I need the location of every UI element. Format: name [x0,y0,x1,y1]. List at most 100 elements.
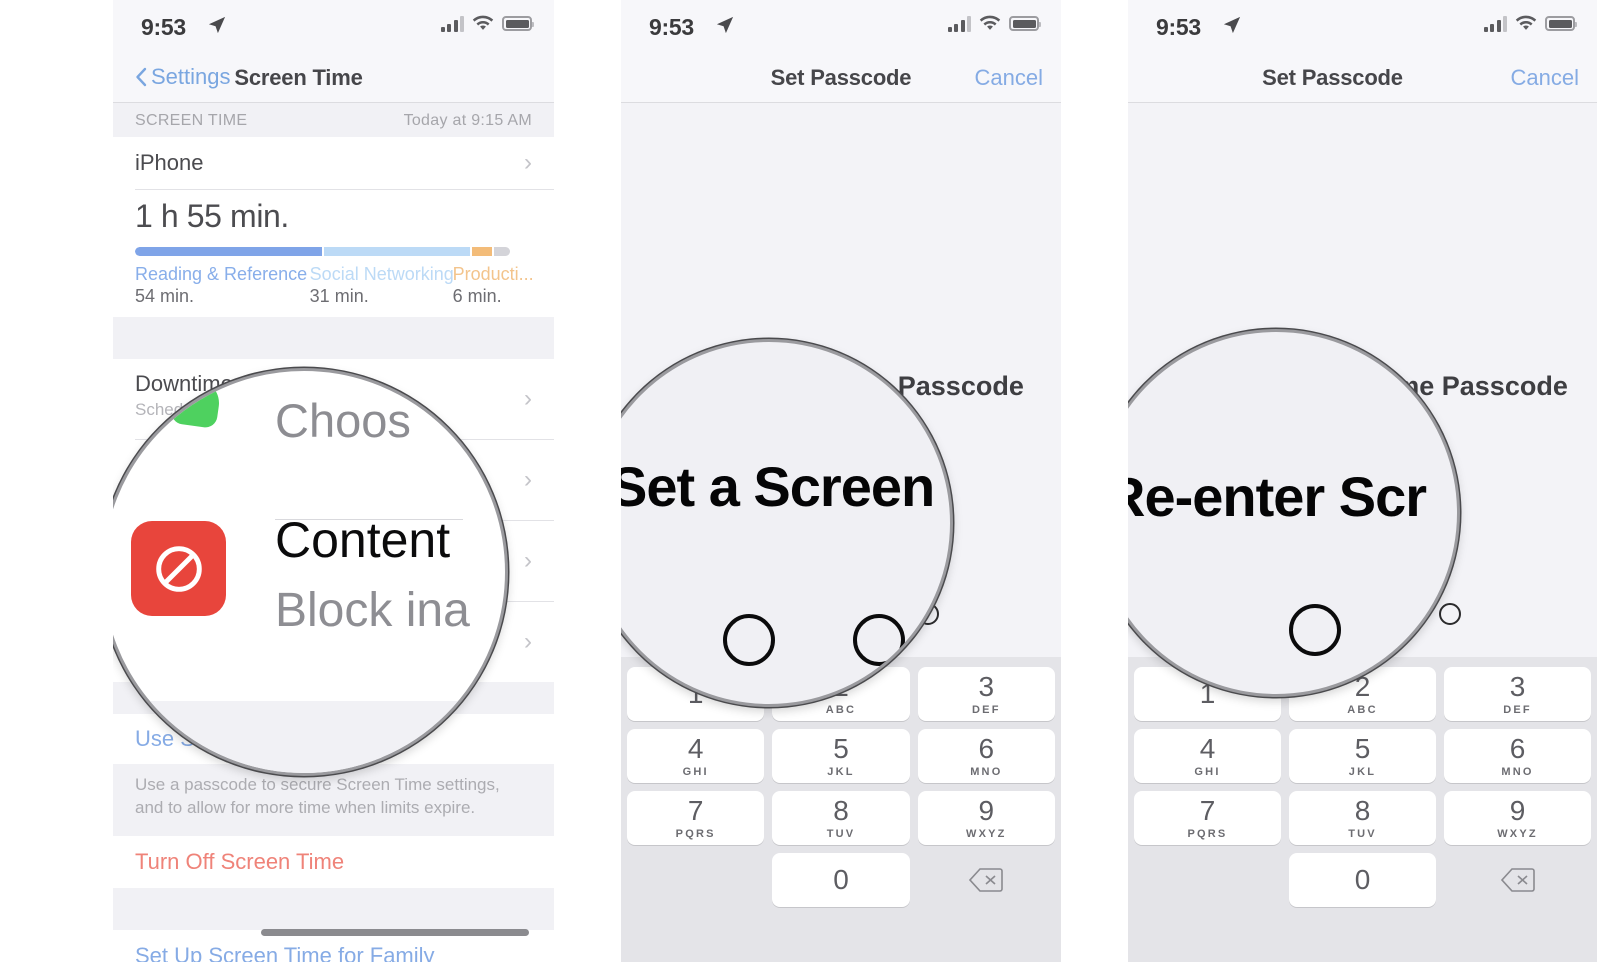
prohibited-icon [131,521,226,616]
key-5[interactable]: 5 JKL [1289,729,1436,783]
usage-bar-segment [472,247,493,256]
passcode-footnote: Use a passcode to secure Screen Time set… [113,764,554,836]
status-bar-time: 9:53 [649,14,694,40]
key-letters: WXYZ [966,827,1007,840]
key-number: 4 [1199,732,1216,764]
key-number: 8 [833,794,849,826]
backspace-icon[interactable] [1444,853,1591,907]
key-0[interactable]: 0 [1289,853,1436,907]
status-bar: 9:53 [621,0,1061,52]
section-gap [113,317,554,359]
passcode-dot [1289,604,1341,656]
key-9[interactable]: 9 WXYZ [1444,791,1591,845]
key-8[interactable]: 8 TUV [1289,791,1436,845]
key-3[interactable]: 3 DEF [1444,667,1591,721]
nav-bar: Set Passcode Cancel [1128,52,1597,103]
page-title: Screen Time [234,65,363,90]
key-letters: TUV [826,827,856,840]
usage-legend: Reading & Reference 54 min. Social Netwo… [135,263,532,307]
section-header-timestamp: Today at 9:15 AM [403,112,532,129]
magnifier-content: Choos Content Block ina [113,371,505,773]
leaf-icon [170,377,222,429]
magnifier-text-line-2: Content [275,512,451,568]
key-number: 5 [833,732,849,764]
chevron-right-icon: › [524,628,532,655]
page-title: Set Passcode [1262,65,1403,90]
key-7[interactable]: 7 PQRS [1134,791,1281,845]
passcode-prompt-area: Re-enter Screen Time Passcode Re-enter S… [1128,103,1597,697]
cellular-signal-icon [440,15,464,32]
section-header: SCREEN TIME Today at 9:15 AM [113,103,554,137]
key-9[interactable]: 9 WXYZ [917,791,1055,845]
usage-bar [135,247,532,256]
magnifier-text: Re-enter Scr [1128,465,1427,528]
section-header-label: SCREEN TIME [135,112,248,129]
key-letters: WXYZ [1497,827,1538,840]
magnifier-lens-set-passcode: Set a Screen [621,339,953,707]
key-letters: MNO [1501,765,1534,778]
wifi-icon [979,15,1001,32]
key-number: 7 [1199,794,1216,826]
key-6[interactable]: 6 MNO [1444,729,1591,783]
magnifier-bottom-band [113,701,505,773]
chevron-right-icon: › [524,547,532,574]
key-letters: GHI [682,765,709,778]
key-letters: DEF [972,703,1001,716]
device-row-label: iPhone [135,150,204,175]
chevron-right-icon: › [524,385,532,412]
key-letters: JKL [827,765,855,778]
cancel-button[interactable]: Cancel [975,65,1043,91]
key-8[interactable]: 8 TUV [772,791,910,845]
key-number: 8 [1354,794,1371,826]
usage-legend-time: 6 min. [452,286,502,306]
key-4[interactable]: 4 GHI [627,729,765,783]
magnifier-text-line-1: Choos [275,394,411,447]
passcode-dot [723,614,775,666]
cancel-button[interactable]: Cancel [1511,65,1579,91]
chevron-left-icon [135,67,147,87]
battery-icon [502,16,534,31]
phone-screen-reenter-passcode: 9:53 Set Passcode Cancel Re-enter Screen… [1128,0,1597,962]
usage-legend-label: Reading & Reference [135,264,308,284]
battery-icon [1009,16,1041,31]
screenshot-stage: 9:53 Settings Screen Time SCREEN TIME To… [0,0,1597,962]
nav-bar: Set Passcode Cancel [621,52,1061,103]
chevron-right-icon: › [524,149,532,176]
key-4[interactable]: 4 GHI [1134,729,1281,783]
key-blank [1134,853,1281,907]
status-bar: 9:53 [113,0,554,52]
key-5[interactable]: 5 JKL [772,729,910,783]
status-bar-time: 9:53 [1156,14,1201,40]
key-number: 6 [1509,732,1526,764]
key-letters: ABC [1347,703,1378,716]
backspace-icon[interactable] [918,853,1055,907]
key-number: 9 [978,794,995,826]
turn-off-screen-time-row[interactable]: Turn Off Screen Time [113,835,554,888]
usage-legend-time: 31 min. [309,286,369,306]
key-0[interactable]: 0 [772,853,910,907]
device-row[interactable]: iPhone › [113,137,554,189]
chevron-right-icon: › [524,466,532,493]
usage-bar-segment [494,247,511,256]
phone-screen-screen-time: 9:53 Settings Screen Time SCREEN TIME To… [113,0,554,962]
usage-total: 1 h 55 min. [135,198,289,234]
location-arrow-icon [208,16,226,34]
key-letters: JKL [1348,765,1377,778]
usage-bar-segment [135,247,322,256]
phone-screen-set-passcode: 9:53 Set Passcode Cancel Set a Screen Ti… [621,0,1061,962]
usage-summary: 1 h 55 min. Reading & Reference 54 min. … [113,190,554,317]
key-letters: TUV [1348,827,1377,840]
key-number: 0 [1354,864,1371,895]
key-number: 6 [978,732,995,764]
usage-legend-label: Producti... [452,264,532,284]
turn-off-screen-time-label: Turn Off Screen Time [135,848,345,874]
set-up-family-label: Set Up Screen Time for Family [135,942,435,962]
passcode-dot [853,614,905,666]
section-gap [113,887,554,930]
key-6[interactable]: 6 MNO [917,729,1055,783]
key-7[interactable]: 7 PQRS [627,791,765,845]
key-number: 5 [1354,732,1371,764]
location-arrow-icon [1223,16,1241,34]
location-arrow-icon [716,16,734,34]
wifi-icon [472,15,494,32]
